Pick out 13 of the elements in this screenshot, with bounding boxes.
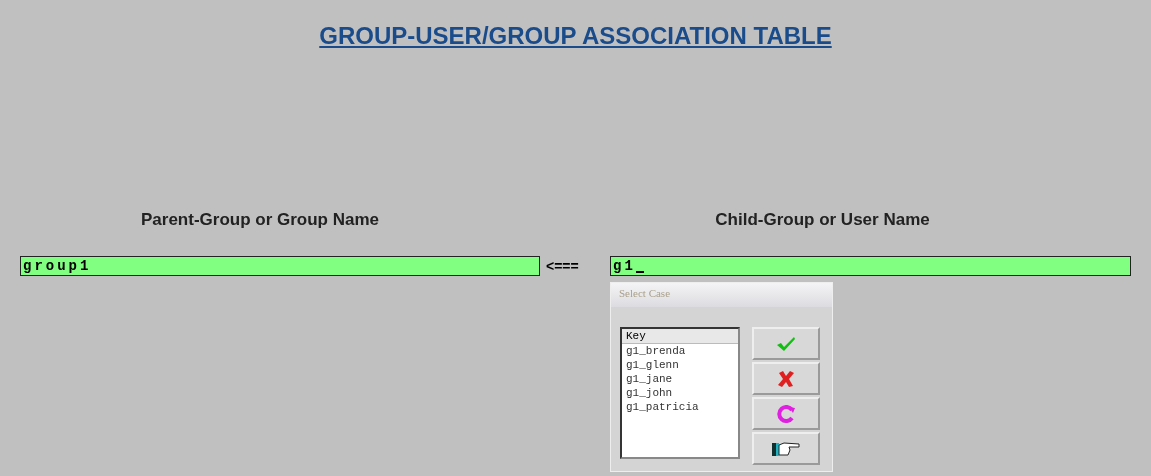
- list-header: Key: [622, 329, 738, 344]
- list-item[interactable]: g1_patricia: [622, 400, 738, 414]
- dialog-title: Select Case: [611, 283, 832, 307]
- column-heading: Parent-Group or Group Name: [140, 210, 380, 230]
- list-item[interactable]: g1_brenda: [622, 344, 738, 358]
- input-field[interactable]: g1: [610, 256, 1131, 276]
- arrow-label: <===: [546, 258, 580, 274]
- list-item[interactable]: g1_jane: [622, 372, 738, 386]
- page-title: GROUP-USER/GROUP ASSOCIATION TABLE: [319, 22, 832, 49]
- list-item[interactable]: g1_john: [622, 386, 738, 400]
- input-field[interactable]: group1: [20, 256, 540, 276]
- column-heading: Child-Group or User Name: [714, 210, 931, 230]
- list-item[interactable]: g1_glenn: [622, 358, 738, 372]
